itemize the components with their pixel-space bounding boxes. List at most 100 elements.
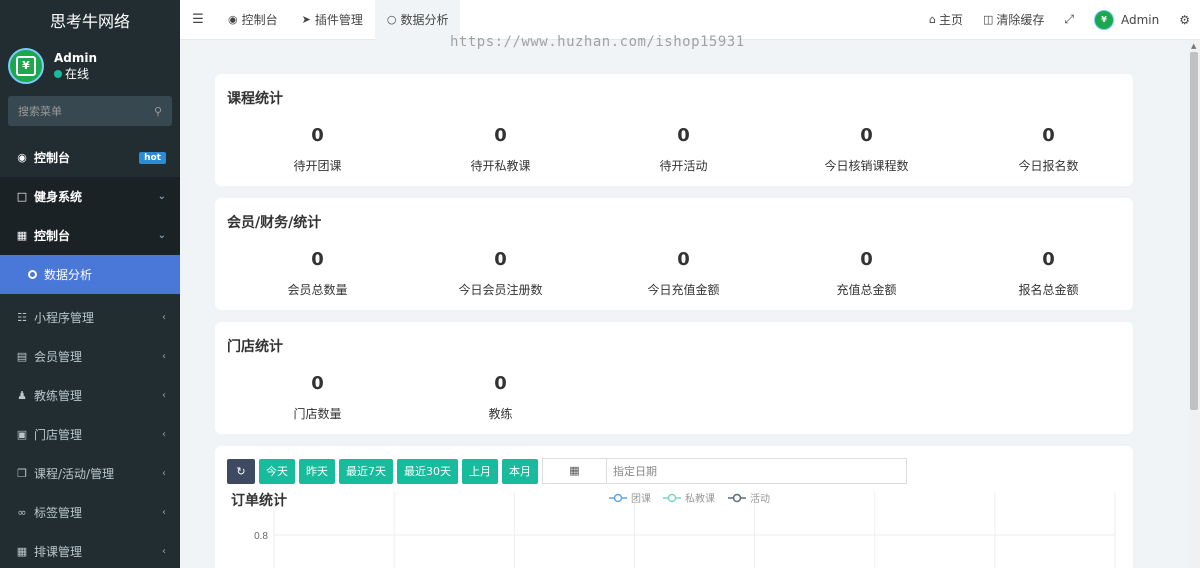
home-link[interactable]: ⌂ 主页 bbox=[919, 11, 973, 28]
stat-value: 0 bbox=[494, 125, 507, 146]
sidebar-item-fitness-system[interactable]: □ 健身系统 ⌄ bbox=[0, 177, 180, 216]
legend-marker bbox=[667, 493, 677, 503]
tab-data-analysis[interactable]: ○ 数据分析 bbox=[374, 0, 461, 40]
stat-item: 0 待开活动 bbox=[592, 125, 775, 174]
filter-yesterday-button[interactable]: 昨天 bbox=[299, 458, 335, 484]
sidebar-item-label: 控制台 bbox=[34, 151, 71, 165]
sidebar-item-members[interactable]: ▤ 会员管理 ‹ bbox=[0, 337, 180, 376]
filter-today-button[interactable]: 今天 bbox=[259, 458, 295, 484]
stat-item: 0 待开团课 bbox=[226, 125, 409, 174]
tab-label: 数据分析 bbox=[400, 13, 449, 27]
user-name: Admin bbox=[54, 51, 98, 65]
brand-title[interactable]: 思考牛网络 bbox=[0, 0, 180, 40]
sidebar-item-dashboard[interactable]: ◉ 控制台 hot bbox=[0, 138, 180, 177]
settings-gear-icon[interactable]: ⚙ bbox=[1169, 13, 1200, 27]
menu-toggle-icon[interactable]: ☰ bbox=[180, 12, 216, 27]
course-stats-title: 课程统计 bbox=[227, 91, 283, 107]
menu-search-input[interactable]: 搜索菜单 ⚲ bbox=[8, 96, 172, 126]
sidebar-item-data-analysis[interactable]: 数据分析 bbox=[0, 255, 180, 294]
filter-last30-button[interactable]: 最近30天 bbox=[397, 458, 458, 484]
stat-item: 0 教练 bbox=[409, 373, 592, 422]
scroll-thumb[interactable] bbox=[1190, 52, 1198, 410]
calendar-icon[interactable]: ▦ bbox=[543, 459, 607, 483]
avatar-logo-icon: ¥ bbox=[16, 56, 36, 76]
chevron-left-icon: ‹ bbox=[162, 507, 166, 518]
chevron-left-icon: ‹ bbox=[162, 429, 166, 440]
sidebar-item-coaches[interactable]: ♟ 教练管理 ‹ bbox=[0, 376, 180, 415]
sidebar-item-label: 课程/活动/管理 bbox=[34, 467, 115, 481]
admin-menu[interactable]: ¥ Admin bbox=[1084, 9, 1169, 30]
stat-value: 0 bbox=[494, 249, 507, 270]
circle-icon bbox=[28, 270, 37, 279]
scroll-up-icon[interactable]: ▲ bbox=[1191, 42, 1196, 50]
stat-value: 0 bbox=[860, 125, 873, 146]
sidebar-item-label: 控制台 bbox=[34, 229, 71, 243]
tab-label: 控制台 bbox=[241, 13, 278, 27]
date-placeholder: 指定日期 bbox=[613, 465, 657, 478]
store-icon: ▣ bbox=[16, 428, 28, 441]
sidebar-item-miniprogram[interactable]: ☷ 小程序管理 ‹ bbox=[0, 298, 180, 337]
stat-value: 0 bbox=[860, 249, 873, 270]
tab-plugins[interactable]: ➤ 插件管理 bbox=[290, 0, 375, 40]
stat-value: 0 bbox=[311, 249, 324, 270]
chart-y-axis: 0.8 bbox=[254, 531, 268, 542]
avatar[interactable]: ¥ bbox=[8, 48, 44, 84]
legend-marker bbox=[613, 493, 623, 503]
sidebar-item-courses[interactable]: ❐ 课程/活动/管理 ‹ bbox=[0, 454, 180, 493]
date-filter-toolbar: ↻ 今天 昨天 最近7天 最近30天 上月 本月 ▦ 指定日期 bbox=[227, 458, 907, 484]
stat-value: 0 bbox=[1042, 125, 1055, 146]
member-stats-card: 会员/财务/统计 0 会员总数量 0 今日会员注册数 0 今日充值金额 0 充值… bbox=[215, 198, 1133, 310]
stat-item: 0 门店数量 bbox=[226, 373, 409, 422]
stat-label: 会员总数量 bbox=[287, 283, 348, 297]
link-icon: ∞ bbox=[17, 506, 27, 519]
tab-dashboard[interactable]: ◉ 控制台 bbox=[216, 0, 290, 40]
dashboard-icon: ◉ bbox=[17, 151, 27, 164]
stat-item: 0 待开私教课 bbox=[409, 125, 592, 174]
stat-label: 教练 bbox=[488, 407, 513, 421]
clear-cache-button[interactable]: ◫ 清除缓存 bbox=[973, 11, 1054, 28]
dashboard-icon: ◉ bbox=[228, 13, 238, 26]
stat-item: 0 会员总数量 bbox=[226, 249, 409, 298]
stat-value: 0 bbox=[494, 373, 507, 394]
stat-label: 今日报名数 bbox=[1018, 159, 1079, 173]
calendar-icon: ▦ bbox=[16, 545, 28, 558]
stat-label: 待开私教课 bbox=[470, 159, 531, 173]
date-range-input[interactable]: ▦ 指定日期 bbox=[542, 458, 907, 484]
stat-item: 0 今日报名数 bbox=[957, 125, 1140, 174]
store-stats-title: 门店统计 bbox=[227, 339, 283, 355]
legend-label: 私教课 bbox=[685, 492, 715, 505]
search-icon[interactable]: ⚲ bbox=[154, 105, 162, 118]
clear-cache-label: 清除缓存 bbox=[996, 13, 1045, 27]
stat-label: 报名总金额 bbox=[1018, 283, 1079, 297]
legend-item[interactable]: 团课 bbox=[609, 493, 651, 505]
chevron-left-icon: ‹ bbox=[162, 390, 166, 401]
stat-item: 0 充值总金额 bbox=[775, 249, 958, 298]
legend-item[interactable]: 活动 bbox=[728, 493, 770, 505]
home-label: 主页 bbox=[938, 13, 963, 27]
page-scrollbar[interactable]: ▲ bbox=[1188, 40, 1200, 568]
sidebar-item-label: 标签管理 bbox=[34, 506, 83, 520]
store-stats-card: 门店统计 0 门店数量 0 教练 bbox=[215, 322, 1133, 434]
sidebar-item-label: 排课管理 bbox=[34, 545, 83, 559]
order-chart: 订单统计 团课 私教课 活动 0.8 bbox=[231, 492, 1116, 568]
filter-last-month-button[interactable]: 上月 bbox=[462, 458, 498, 484]
stat-item: 0 今日会员注册数 bbox=[409, 249, 592, 298]
legend-item[interactable]: 私教课 bbox=[663, 492, 715, 505]
sidebar-item-console[interactable]: ▦ 控制台 ⌄ bbox=[0, 216, 180, 255]
chevron-down-icon: ⌄ bbox=[157, 191, 166, 202]
sidebar-item-stores[interactable]: ▣ 门店管理 ‹ bbox=[0, 415, 180, 454]
filter-last7-button[interactable]: 最近7天 bbox=[339, 458, 393, 484]
chevron-down-icon: ⌄ bbox=[157, 230, 166, 241]
fullscreen-icon[interactable]: ⤢ bbox=[1054, 12, 1084, 27]
sidebar-item-label: 门店管理 bbox=[34, 428, 83, 442]
sidebar-item-label: 数据分析 bbox=[44, 268, 93, 282]
sidebar-item-tags[interactable]: ∞ 标签管理 ‹ bbox=[0, 493, 180, 532]
user-status-text: 在线 bbox=[65, 67, 90, 81]
user-panel: ¥ Admin 在线 bbox=[0, 40, 180, 92]
sidebar-item-label: 健身系统 bbox=[34, 190, 83, 204]
chevron-left-icon: ‹ bbox=[162, 468, 166, 479]
fitness-icon: □ bbox=[16, 190, 28, 203]
filter-this-month-button[interactable]: 本月 bbox=[502, 458, 538, 484]
sidebar-item-schedule[interactable]: ▦ 排课管理 ‹ bbox=[0, 532, 180, 568]
refresh-button[interactable]: ↻ bbox=[227, 458, 255, 484]
